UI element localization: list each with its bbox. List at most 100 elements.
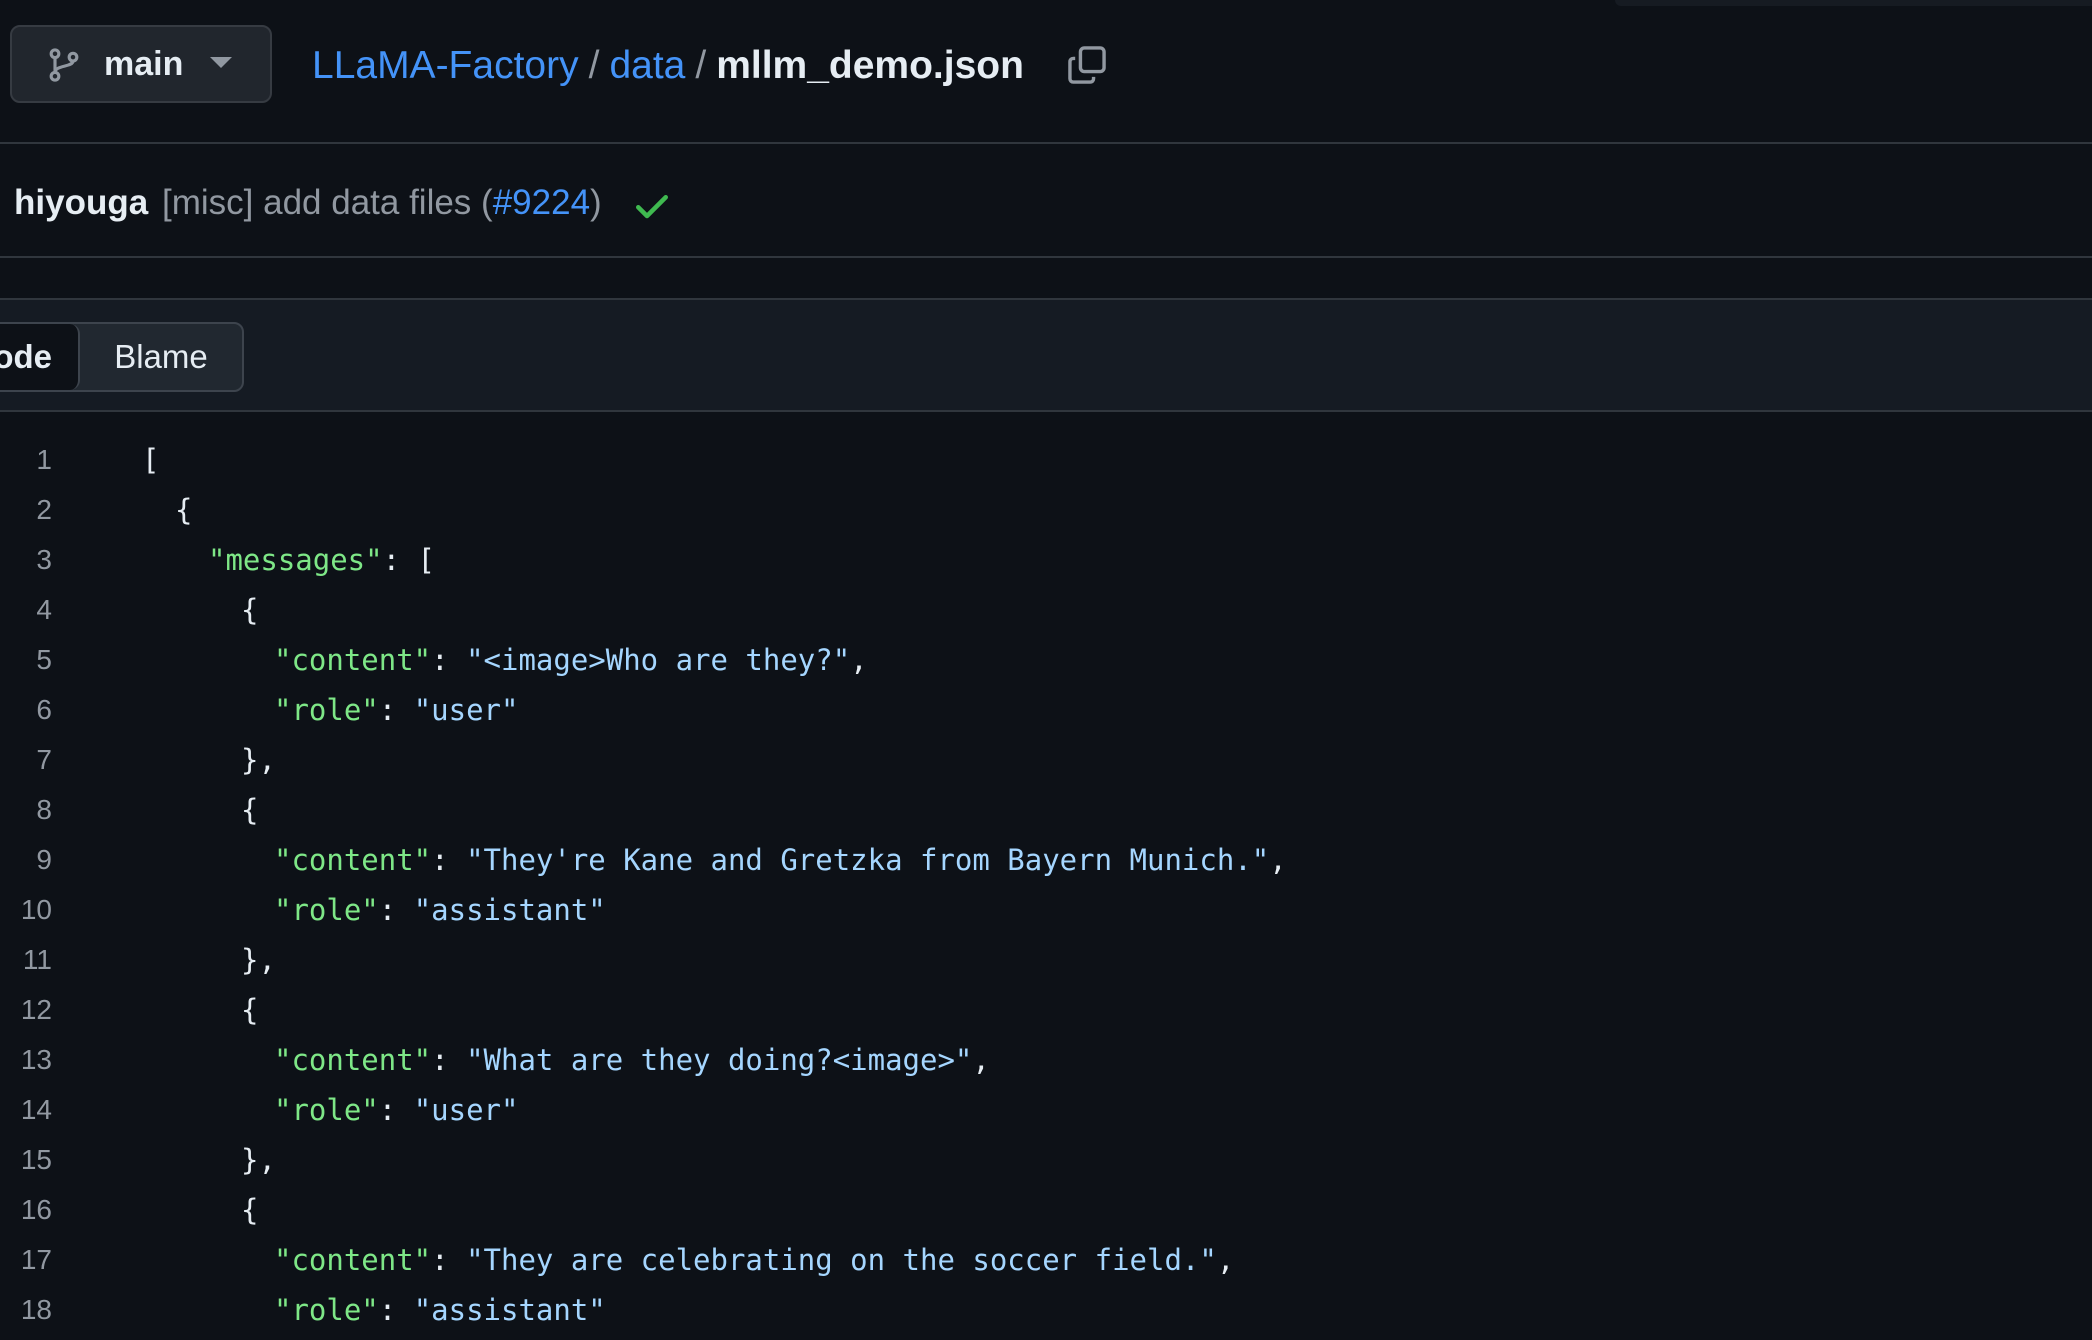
code-line: 5 "content": "<image>Who are they?", (0, 640, 2092, 690)
json-punctuation: [ (142, 443, 160, 477)
line-number[interactable]: 10 (0, 890, 52, 930)
line-number[interactable]: 15 (0, 1140, 52, 1180)
line-number[interactable]: 7 (0, 740, 52, 780)
tab-code[interactable]: ode (0, 324, 80, 390)
tab-blame[interactable]: Blame (80, 324, 242, 390)
triangle-down-icon (210, 57, 232, 68)
json-punctuation: : (431, 1043, 467, 1077)
json-punctuation: , (1216, 1243, 1235, 1277)
line-source: "content": "They're Kane and Gretzka fro… (274, 840, 1287, 880)
line-number[interactable]: 12 (0, 990, 52, 1030)
line-source: [ (142, 440, 159, 480)
code-line: 14 "role": "user" (0, 1090, 2092, 1140)
line-number[interactable]: 1 (0, 440, 52, 480)
pull-request-link[interactable]: #9224 (493, 183, 590, 222)
json-punctuation: : (431, 643, 467, 677)
view-mode-segmented-control: ode Blame (0, 322, 244, 392)
json-key: "role" (274, 1293, 379, 1327)
line-source: "role": "assistant" (274, 1290, 606, 1330)
json-punctuation: : (378, 1093, 414, 1127)
breadcrumb-repo-link[interactable]: LLaMA-Factory (312, 44, 579, 87)
line-source: { (241, 990, 258, 1030)
commit-message[interactable]: [misc] add data files (#9224) (162, 182, 602, 224)
branch-name: main (104, 45, 184, 83)
json-punctuation: }, (241, 1143, 276, 1177)
line-source: { (175, 490, 192, 530)
code-line: 10 "role": "assistant" (0, 890, 2092, 940)
code-line: 9 "content": "They're Kane and Gretzka fr… (0, 840, 2092, 890)
code-line: 13 "content": "What are they doing?<image… (0, 1040, 2092, 1090)
line-number[interactable]: 5 (0, 640, 52, 680)
line-number[interactable]: 6 (0, 690, 52, 730)
code-line: 3 "messages": [ (0, 540, 2092, 590)
line-source: "role": "assistant" (274, 890, 606, 930)
json-punctuation: : [ (382, 543, 435, 577)
json-punctuation: : (378, 693, 414, 727)
json-punctuation: { (175, 493, 193, 527)
branch-selector-button[interactable]: main (10, 25, 272, 103)
code-line: 8{ (0, 790, 2092, 840)
line-number[interactable]: 8 (0, 790, 52, 830)
line-source: "content": "They are celebrating on the … (274, 1240, 1234, 1280)
json-string: "They are celebrating on the soccer fiel… (466, 1243, 1217, 1277)
json-key: "content" (274, 643, 432, 677)
json-key: "content" (274, 1043, 432, 1077)
json-key: "role" (274, 693, 379, 727)
json-punctuation: : (431, 843, 467, 877)
json-key: "role" (274, 1093, 379, 1127)
breadcrumb: LLaMA-Factory / data / mllm_demo.json (312, 42, 1024, 90)
json-punctuation: , (1269, 843, 1287, 877)
json-punctuation: { (241, 593, 259, 627)
code-line: 17 "content": "They are celebrating on th… (0, 1240, 2092, 1290)
file-header: main LLaMA-Factory / data / mllm_demo.json (0, 0, 2092, 144)
breadcrumb-current-file: mllm_demo.json (716, 44, 1024, 87)
json-string: "user" (413, 1093, 519, 1127)
code-line: 16 { (0, 1190, 2092, 1240)
json-string: "<image>Who are they?" (466, 643, 851, 677)
json-string: "assistant" (413, 893, 606, 927)
json-string: "What are they doing?<image>" (466, 1043, 973, 1077)
code-line: 12 { (0, 990, 2092, 1040)
json-punctuation: }, (241, 743, 276, 777)
git-branch-icon (49, 48, 79, 82)
json-punctuation: , (972, 1043, 990, 1077)
json-punctuation: : (378, 893, 414, 927)
json-key: "content" (274, 1243, 432, 1277)
line-number[interactable]: 13 (0, 1040, 52, 1080)
line-number[interactable]: 4 (0, 590, 52, 630)
code-line: 18 "role": "assistant" (0, 1290, 2092, 1340)
code-line: 7}, (0, 740, 2092, 790)
json-punctuation: : (378, 1293, 414, 1327)
commit-author-link[interactable]: hiyouga (14, 182, 148, 224)
line-number[interactable]: 18 (0, 1290, 52, 1330)
code-line: 1[ (0, 440, 2092, 490)
line-source: "content": "<image>Who are they?", (274, 640, 868, 680)
line-number[interactable]: 17 (0, 1240, 52, 1280)
line-number[interactable]: 16 (0, 1190, 52, 1230)
breadcrumb-separator: / (695, 44, 707, 87)
code-line: 15}, (0, 1140, 2092, 1190)
line-source: { (241, 1190, 258, 1230)
breadcrumb-separator: / (588, 44, 600, 87)
check-icon[interactable] (632, 186, 672, 226)
line-number[interactable]: 2 (0, 490, 52, 530)
json-punctuation: { (241, 793, 259, 827)
code-line: 6 "role": "user" (0, 690, 2092, 740)
json-punctuation: : (431, 1243, 467, 1277)
code-line: 11}, (0, 940, 2092, 990)
latest-commit-bar: hiyouga [misc] add data files (#9224) (0, 144, 2092, 258)
line-number[interactable]: 14 (0, 1090, 52, 1130)
line-number[interactable]: 9 (0, 840, 52, 880)
line-number[interactable]: 11 (0, 940, 52, 980)
line-source: }, (241, 740, 276, 780)
breadcrumb-folder-link[interactable]: data (609, 44, 685, 87)
line-number[interactable]: 3 (0, 540, 52, 580)
line-source: "messages": [ (208, 540, 435, 580)
json-string: "user" (413, 693, 519, 727)
json-string: "They're Kane and Gretzka from Bayern Mu… (466, 843, 1270, 877)
commit-message-end: ) (590, 183, 602, 222)
json-punctuation: }, (241, 943, 276, 977)
line-source: }, (241, 940, 276, 980)
copy-icon[interactable] (1066, 44, 1108, 86)
json-string: "assistant" (413, 1293, 606, 1327)
